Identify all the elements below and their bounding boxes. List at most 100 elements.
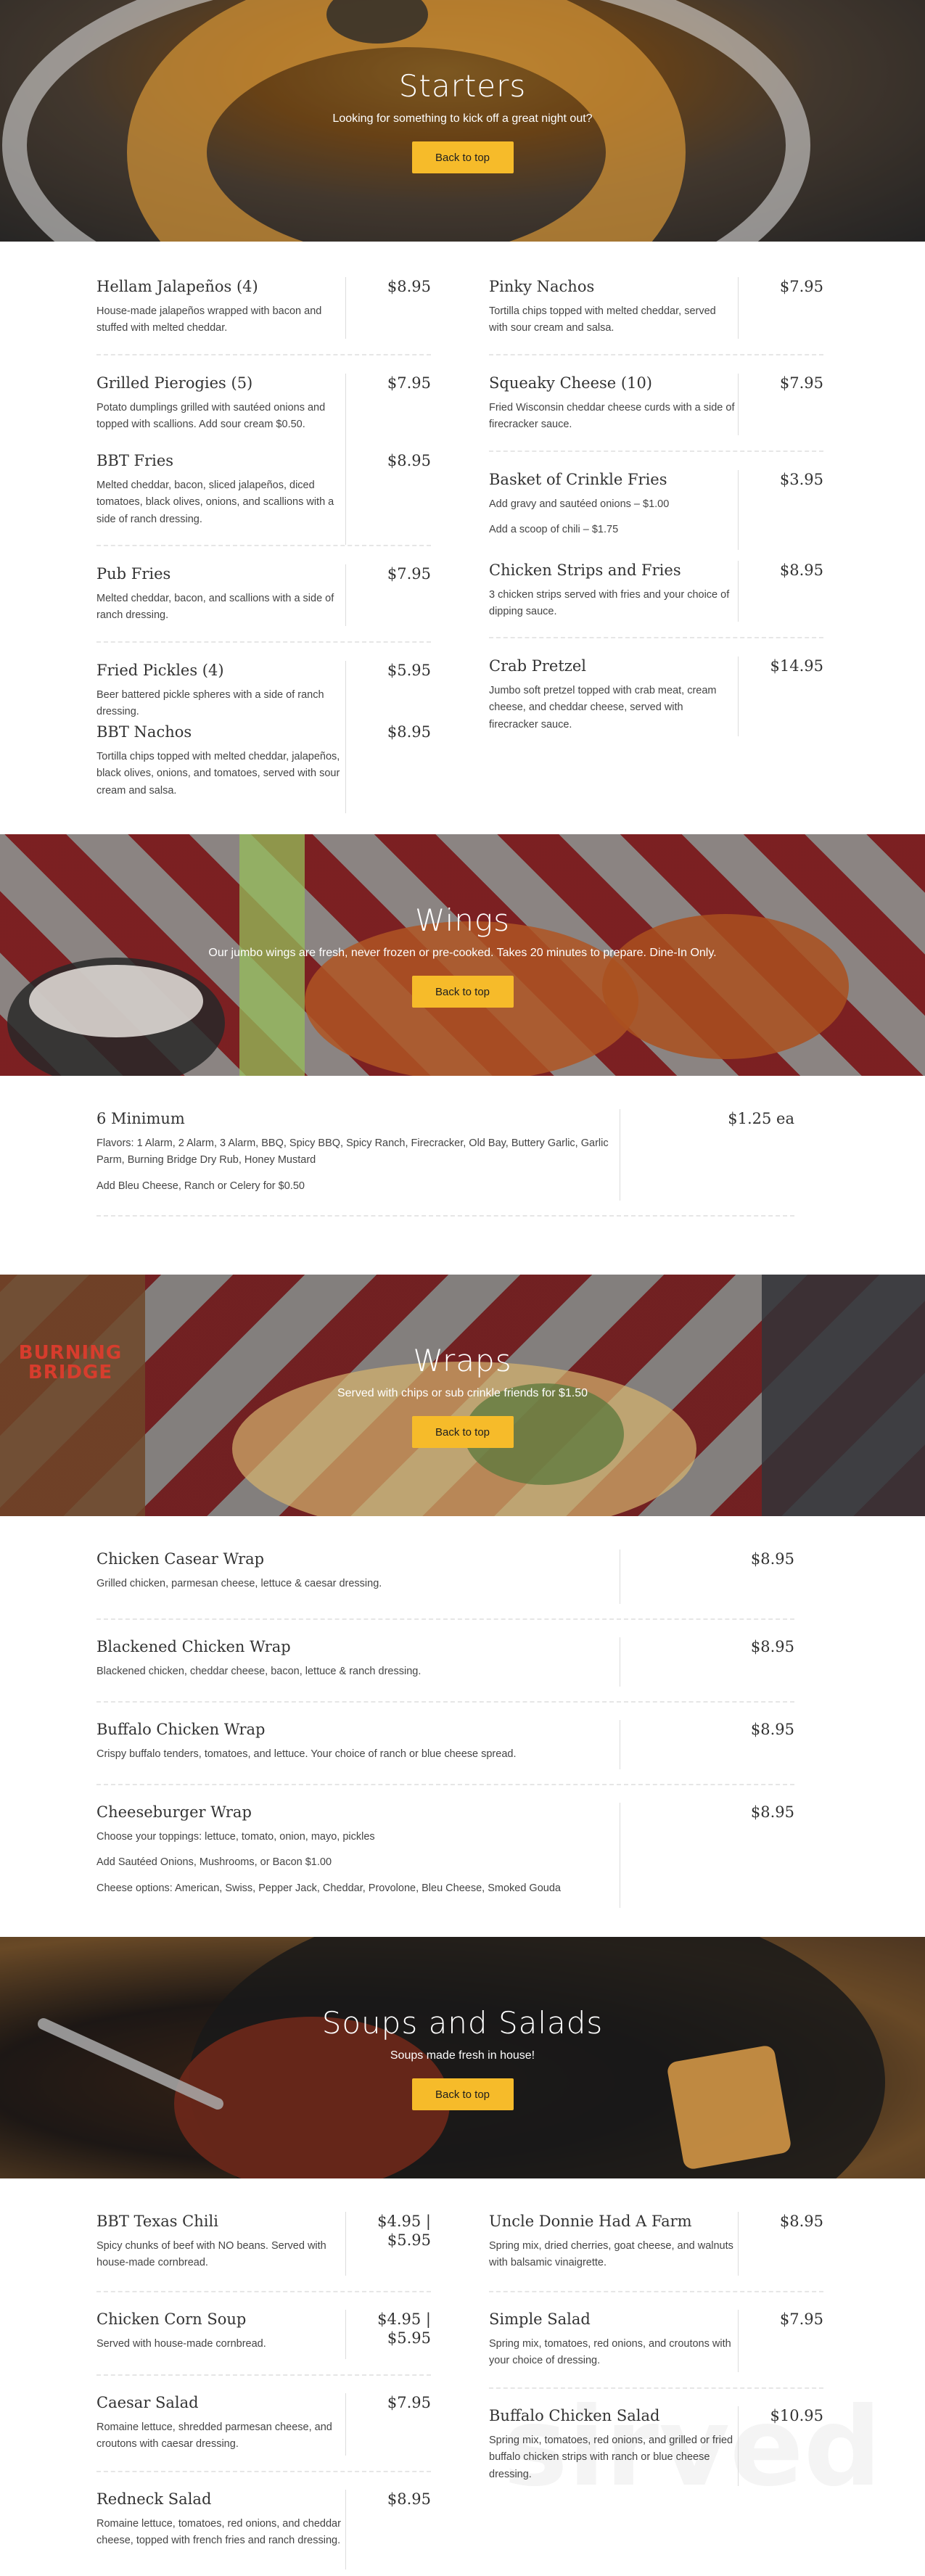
item-divider <box>96 545 431 546</box>
item-price: $10.95 <box>770 2407 823 2424</box>
item-price: $8.95 <box>387 452 431 469</box>
item-price: $8.95 <box>750 1550 794 1568</box>
soups-back-to-top-button[interactable]: Back to top <box>411 2078 514 2110</box>
item-description: Grilled chicken, parmesan cheese, lettuc… <box>96 1578 382 1590</box>
menu-item: Buffalo Chicken Salad Spring mix, tomatoe… <box>489 2406 823 2486</box>
starters-left-column: Hellam Jalapeños (4) House-made jalapeños… <box>96 277 431 813</box>
item-name: BBT Fries <box>96 452 174 469</box>
item-price: $7.95 <box>387 2394 431 2411</box>
item-price: $4.95 | $5.95 <box>377 2213 431 2250</box>
item-price: $7.95 <box>779 278 823 295</box>
item-description: Spring mix, dried cherries, goat cheese,… <box>489 2240 733 2269</box>
item-name: Grilled Pierogies (5) <box>96 374 253 392</box>
menu-item: Hellam Jalapeños (4) House-made jalapeños… <box>96 277 431 339</box>
item-name: 6 Minimum <box>96 1110 185 1127</box>
item-name: Buffalo Chicken Salad <box>489 2407 660 2424</box>
menu-item: Pinky Nachos Tortilla chips topped with m… <box>489 277 823 339</box>
item-name: Crab Pretzel <box>489 657 586 675</box>
item-price: $7.95 <box>779 374 823 392</box>
menu-item: Cheeseburger Wrap Choose your toppings: l… <box>96 1803 794 1908</box>
item-description: Blackened chicken, cheddar cheese, bacon… <box>96 1666 422 1678</box>
wraps-subtitle: Served with chips or sub crinkle friends… <box>337 1387 588 1399</box>
menu-item: Squeaky Cheese (10) Fried Wisconsin chedd… <box>489 374 823 435</box>
item-name: Redneck Salad <box>96 2490 212 2508</box>
item-description: Served with house-made cornbread. <box>96 2338 266 2350</box>
item-name: BBT Nachos <box>96 723 192 741</box>
item-description: Crispy buffalo tenders, tomatoes, and le… <box>96 1748 517 1761</box>
soups-salads-menu: sirved BBT Texas Chili Spicy chunks of be… <box>0 2178 925 2576</box>
wings-title: Wings <box>415 902 510 938</box>
item-name: Squeaky Cheese (10) <box>489 374 653 392</box>
menu-item: Redneck Salad Romaine lettuce, tomatoes, … <box>96 2490 431 2569</box>
item-name: Chicken Strips and Fries <box>489 561 681 579</box>
item-name: Hellam Jalapeños (4) <box>96 278 258 295</box>
wraps-back-to-top-button[interactable]: Back to top <box>411 1416 514 1448</box>
soups-right-column: Uncle Donnie Had A Farm Spring mix, dried… <box>489 2212 823 2569</box>
wings-back-to-top-button[interactable]: Back to top <box>411 976 514 1008</box>
item-divider <box>96 1215 794 1217</box>
item-name: Cheeseburger Wrap <box>96 1803 252 1821</box>
menu-item: Caesar Salad Romaine lettuce, shredded pa… <box>96 2393 431 2456</box>
menu-item: BBT Texas Chili Spicy chunks of beef with… <box>96 2212 431 2276</box>
item-name: Pub Fries <box>96 565 171 583</box>
menu-item: Chicken Strips and Fries 3 chicken strips… <box>489 550 823 622</box>
item-description: House-made jalapeños wrapped with bacon … <box>96 305 322 334</box>
item-price: $8.95 <box>779 561 823 579</box>
menu-item: Chicken Corn Soup Served with house-made … <box>96 2310 431 2359</box>
item-name: Basket of Crinkle Fries <box>489 471 667 488</box>
item-price: $7.95 <box>387 374 431 392</box>
item-description: Tortilla chips topped with melted chedda… <box>489 305 716 334</box>
wings-hero: Wings Our jumbo wings are fresh, never f… <box>0 834 925 1076</box>
item-price: $7.95 <box>779 2310 823 2328</box>
item-divider <box>96 354 431 355</box>
item-price: $8.95 <box>750 1721 794 1738</box>
item-price: $8.95 <box>387 278 431 295</box>
item-description: Add Sautéed Onions, Mushrooms, or Bacon … <box>96 1856 332 1869</box>
burning-bridge-logo: BURNING BRIDGE <box>18 1342 123 1384</box>
soups-left-column: BBT Texas Chili Spicy chunks of beef with… <box>96 2212 431 2569</box>
item-description: Romaine lettuce, tomatoes, red onions, a… <box>96 2518 341 2547</box>
item-divider <box>96 2291 431 2292</box>
item-name: Chicken Casear Wrap <box>96 1550 265 1568</box>
item-divider <box>489 2387 823 2389</box>
starters-subtitle: Looking for something to kick off a grea… <box>332 112 593 125</box>
item-name: Blackened Chicken Wrap <box>96 1638 291 1655</box>
item-description: Spring mix, tomatoes, red onions, and gr… <box>489 2435 733 2480</box>
menu-item: BBT Fries Melted cheddar, bacon, sliced j… <box>96 451 431 545</box>
item-price: $8.95 <box>779 2213 823 2230</box>
menu-item: Uncle Donnie Had A Farm Spring mix, dried… <box>489 2212 823 2276</box>
menu-item: Fried Pickles (4) Beer battered pickle sp… <box>96 661 431 723</box>
item-price: $8.95 <box>387 723 431 741</box>
item-divider <box>489 2291 823 2292</box>
wraps-hero: BURNING BRIDGE Wraps Served with chips o… <box>0 1275 925 1516</box>
menu-item: Crab Pretzel Jumbo soft pretzel topped wi… <box>489 657 823 736</box>
wraps-menu: Chicken Casear Wrap Grilled chicken, parm… <box>0 1516 925 1937</box>
item-description: Add a scoop of chili – $1.75 <box>489 524 619 536</box>
item-description: Flavors: 1 Alarm, 2 Alarm, 3 Alarm, BBQ,… <box>96 1137 609 1166</box>
item-description: Add gravy and sautéed onions – $1.00 <box>489 498 670 511</box>
item-divider <box>489 637 823 638</box>
item-description: Jumbo soft pretzel topped with crab meat… <box>489 685 717 731</box>
item-name: Simple Salad <box>489 2310 591 2328</box>
wings-menu: 6 Minimum Flavors: 1 Alarm, 2 Alarm, 3 Al… <box>0 1076 925 1275</box>
item-name: Caesar Salad <box>96 2394 199 2411</box>
menu-item: Basket of Crinkle Fries Add gravy and sau… <box>489 470 823 550</box>
item-divider <box>489 354 823 355</box>
soups-subtitle: Soups made fresh in house! <box>390 2049 535 2062</box>
item-description: Tortilla chips topped with melted chedda… <box>96 751 340 797</box>
item-description: Add Bleu Cheese, Ranch or Celery for $0.… <box>96 1180 305 1192</box>
menu-item: Chicken Casear Wrap Grilled chicken, parm… <box>96 1550 794 1604</box>
starters-right-column: Pinky Nachos Tortilla chips topped with m… <box>489 277 823 813</box>
wings-subtitle: Our jumbo wings are fresh, never frozen … <box>208 947 717 959</box>
menu-item: 6 Minimum Flavors: 1 Alarm, 2 Alarm, 3 Al… <box>96 1109 794 1201</box>
item-name: Buffalo Chicken Wrap <box>96 1721 266 1738</box>
item-description: Melted cheddar, bacon, sliced jalapeños,… <box>96 480 334 525</box>
starters-back-to-top-button[interactable]: Back to top <box>411 141 514 173</box>
starters-title: Starters <box>398 68 527 104</box>
item-description: Fried Wisconsin cheddar cheese curds wit… <box>489 402 735 431</box>
item-divider <box>96 2471 431 2472</box>
item-price: $8.95 <box>387 2490 431 2508</box>
item-price: $1.25 ea <box>728 1110 794 1127</box>
item-description: Choose your toppings: lettuce, tomato, o… <box>96 1831 375 1843</box>
item-name: Uncle Donnie Had A Farm <box>489 2213 692 2230</box>
